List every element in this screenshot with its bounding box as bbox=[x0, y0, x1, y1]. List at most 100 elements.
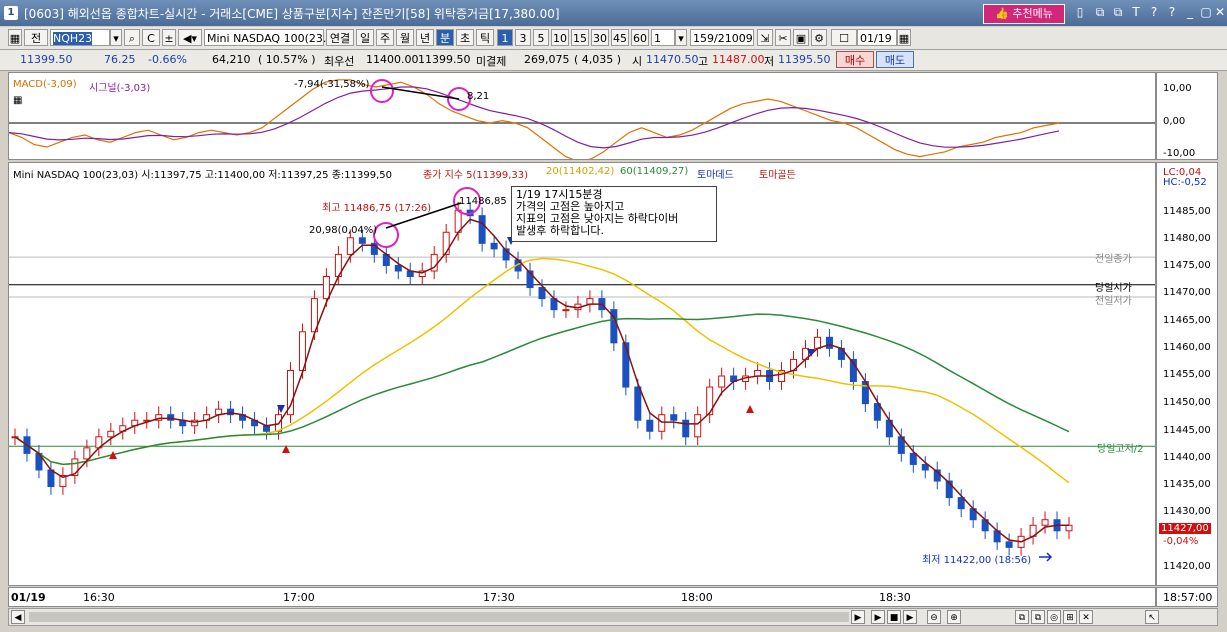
candle-body bbox=[1065, 524, 1073, 532]
sell-button[interactable]: 매도 bbox=[876, 51, 914, 68]
next-icon[interactable]: ▶ bbox=[903, 610, 917, 624]
tool-e-icon[interactable]: ✕ bbox=[1079, 610, 1093, 624]
best-label: 최우선 bbox=[324, 55, 355, 68]
count-dropdown-icon[interactable]: ▾ bbox=[675, 29, 687, 46]
stepper-icon[interactable]: ± bbox=[162, 29, 176, 46]
price-y-tick: 11460,00 bbox=[1163, 342, 1211, 353]
macd-high-circle bbox=[370, 79, 394, 103]
interval-1[interactable]: 1 bbox=[497, 29, 513, 46]
golden-cross-arrow bbox=[746, 405, 754, 413]
zoom-in-icon[interactable]: ⊕ bbox=[947, 610, 961, 624]
candle-body bbox=[1041, 519, 1049, 526]
quote-bar: 11399.50 76.25 -0.66% 64,210 ( 10.57% ) … bbox=[0, 50, 1227, 71]
interval-30[interactable]: 30 bbox=[591, 29, 609, 46]
type-connected[interactable]: 연결 bbox=[326, 29, 354, 46]
low-label: 저 bbox=[764, 55, 775, 68]
minimize-button[interactable]: _ bbox=[1183, 5, 1197, 19]
scroll-track[interactable] bbox=[29, 612, 849, 622]
legend-instrument: Mini NASDAQ 100(23,03) 시:11397,75 고:1140… bbox=[13, 170, 392, 181]
price-y-tick: 11420,00 bbox=[1163, 561, 1211, 572]
play-icon[interactable]: ▶ bbox=[871, 610, 885, 624]
type-year[interactable]: 년 bbox=[416, 29, 434, 46]
sound-icon[interactable]: ◀▾ bbox=[178, 29, 202, 46]
today-mid-label: 당일고저/2 bbox=[1097, 444, 1144, 455]
ctrl-icon[interactable]: C bbox=[142, 29, 160, 46]
price-y-tick: 11480,00 bbox=[1163, 233, 1211, 244]
code-dropdown-icon[interactable]: ▾ bbox=[110, 29, 122, 46]
save-icon[interactable]: ▣ bbox=[793, 29, 809, 46]
tool-c-icon[interactable]: ◎ bbox=[1047, 610, 1061, 624]
help-button[interactable]: ? bbox=[1147, 5, 1161, 19]
candle-body bbox=[921, 463, 929, 471]
scroll-left-icon[interactable]: ◀ bbox=[11, 610, 25, 624]
interval-15[interactable]: 15 bbox=[571, 29, 589, 46]
best-ask: 11399.50 bbox=[418, 53, 471, 66]
macd-config-icon[interactable]: ▦ bbox=[13, 95, 22, 106]
ratio-circle bbox=[373, 222, 399, 248]
recommend-menu-button[interactable]: 👍 추천메뉴 bbox=[983, 4, 1065, 24]
interval-5[interactable]: 5 bbox=[533, 29, 549, 46]
type-month[interactable]: 월 bbox=[396, 29, 414, 46]
price: 11399.50 bbox=[20, 53, 73, 66]
tool2-icon[interactable]: ✂ bbox=[775, 29, 791, 46]
candle-body bbox=[394, 264, 402, 272]
tool-a-icon[interactable]: ⧉ bbox=[1015, 610, 1029, 624]
help2-button[interactable]: ? bbox=[1165, 5, 1179, 19]
settings-gear-icon[interactable]: ⚙ bbox=[811, 29, 827, 46]
candle-body bbox=[454, 209, 462, 233]
divergence-info-box: 1/19 17시15분경 가격의 고점은 높아지고 지표의 고점은 낮아지는 하… bbox=[511, 186, 717, 242]
low-arrow bbox=[1039, 552, 1053, 562]
low-note: 최저 11422,00 (18:56) bbox=[922, 555, 1032, 566]
oi-change: ( 4,035 ) bbox=[574, 53, 622, 66]
window-control-1[interactable]: ▯ bbox=[1073, 5, 1087, 19]
search-icon[interactable]: ⌕ bbox=[124, 29, 140, 46]
calendar-icon[interactable]: ▦ bbox=[897, 29, 911, 46]
type-week[interactable]: 주 bbox=[376, 29, 394, 46]
range-field[interactable]: 159/21009 bbox=[690, 29, 754, 46]
checkbox-toggle[interactable]: ☐ bbox=[831, 29, 857, 46]
interval-45[interactable]: 45 bbox=[611, 29, 629, 46]
zoom-icon[interactable]: ⊖ bbox=[927, 610, 941, 624]
type-day[interactable]: 일 bbox=[356, 29, 374, 46]
chart-scrollbar[interactable]: ◀ ▶ ▶ ■ ▶ ⊖ ⊕ ⧉ ⧉ ◎ ⊞ ✕ ↖ bbox=[8, 608, 1218, 626]
date-field[interactable]: 01/19 bbox=[857, 29, 897, 46]
oi-label: 미결제 bbox=[476, 55, 507, 68]
maximize-button[interactable]: ▢ bbox=[1199, 5, 1213, 19]
price-y-tick: 11450,00 bbox=[1163, 397, 1211, 408]
candle-body bbox=[670, 414, 678, 421]
cursor-icon[interactable]: ↖ bbox=[1145, 610, 1159, 624]
window-control-2[interactable]: ⧉ bbox=[1093, 5, 1107, 19]
window-control-3[interactable]: ⧉ bbox=[1111, 5, 1125, 19]
macd-panel[interactable]: MACD(-3,09) 시그널(-3,03) -7,94(-31,58%) 8,… bbox=[8, 72, 1156, 160]
interval-10[interactable]: 10 bbox=[551, 29, 569, 46]
code-input[interactable]: NQH23 bbox=[50, 29, 110, 46]
prev-low-label: 전일저가 bbox=[1095, 296, 1132, 307]
jeon-button[interactable]: 전 bbox=[24, 29, 48, 46]
stop-icon[interactable]: ■ bbox=[887, 610, 901, 624]
tool1-icon[interactable]: ⇲ bbox=[757, 29, 773, 46]
volume: 64,210 bbox=[212, 53, 251, 66]
type-tick[interactable]: 틱 bbox=[476, 29, 494, 46]
buy-button[interactable]: 매수 bbox=[836, 51, 874, 68]
candle-body bbox=[107, 430, 115, 438]
instrument-field[interactable]: Mini NASDAQ 100(23.0 bbox=[204, 29, 333, 46]
type-minute[interactable]: 분 bbox=[436, 29, 454, 46]
scroll-right-icon[interactable]: ▶ bbox=[851, 610, 865, 624]
tool-b-icon[interactable]: ⧉ bbox=[1031, 610, 1045, 624]
tool-d-icon[interactable]: ⊞ bbox=[1063, 610, 1077, 624]
candle-body bbox=[957, 497, 965, 510]
interval-60[interactable]: 60 bbox=[631, 29, 649, 46]
x-label: 18:30 bbox=[879, 591, 911, 604]
candle-body bbox=[694, 414, 702, 438]
open-interest: 269,075 bbox=[524, 53, 570, 66]
candle-body bbox=[83, 447, 91, 460]
candle-body bbox=[682, 419, 690, 438]
price-tag-pct: -0,04% bbox=[1163, 536, 1199, 547]
interval-3[interactable]: 3 bbox=[515, 29, 531, 46]
close-button[interactable]: ✕ bbox=[1213, 5, 1227, 19]
count-input[interactable]: 1 bbox=[651, 29, 675, 46]
grid-icon[interactable]: ▦ bbox=[8, 29, 22, 46]
font-button[interactable]: T bbox=[1129, 5, 1143, 19]
type-second[interactable]: 초 bbox=[456, 29, 474, 46]
candle-body bbox=[263, 425, 271, 432]
